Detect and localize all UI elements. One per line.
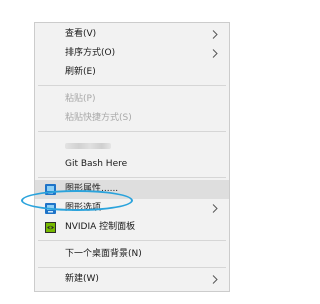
menu-separator — [38, 267, 226, 268]
menu-item-label: 图形属性...... — [65, 184, 119, 194]
menu-item-nvidia-control-panel[interactable]: NVIDIA 控制面板 — [35, 218, 229, 237]
menu-separator — [38, 131, 226, 132]
menu-item-label: 刷新(E) — [65, 67, 96, 77]
menu-separator — [38, 240, 226, 241]
menu-item-paste: 粘贴(P) — [35, 90, 229, 109]
chevron-right-icon — [212, 49, 218, 58]
menu-item-graphics-properties[interactable]: 图形属性...... — [35, 180, 229, 199]
menu-item-label: 查看(V) — [65, 29, 97, 39]
menu-item-next-desktop-background[interactable]: 下一个桌面背景(N) — [35, 245, 229, 264]
intel-graphics-icon — [45, 184, 56, 195]
menu-item-sort-by[interactable]: 排序方式(O) — [35, 44, 229, 63]
blurred-label — [65, 143, 111, 149]
menu-separator — [38, 85, 226, 86]
intel-graphics-icon — [45, 203, 56, 214]
menu-separator — [38, 177, 226, 178]
menu-item-paste-shortcut: 粘贴快捷方式(S) — [35, 109, 229, 128]
menu-item-git-bash-here[interactable]: Git Bash Here — [35, 155, 229, 174]
menu-item-label: 粘贴(P) — [65, 94, 96, 104]
menu-item-label: Git Bash Here — [65, 159, 128, 169]
menu-item-label: NVIDIA 控制面板 — [65, 222, 136, 232]
menu-item-graphics-options[interactable]: 图形选项 — [35, 199, 229, 218]
desktop-context-menu: 查看(V) 排序方式(O) 刷新(E) 粘贴(P) 粘贴快捷方式(S) Git … — [34, 22, 230, 292]
menu-item-view[interactable]: 查看(V) — [35, 25, 229, 44]
menu-item-obscured[interactable] — [35, 136, 229, 155]
nvidia-icon — [45, 222, 56, 233]
menu-item-label: 下一个桌面背景(N) — [65, 249, 142, 259]
menu-item-label: 新建(W) — [65, 274, 99, 284]
menu-item-label: 粘贴快捷方式(S) — [65, 113, 132, 123]
menu-item-new[interactable]: 新建(W) — [35, 270, 229, 289]
menu-item-label: 排序方式(O) — [65, 48, 116, 58]
chevron-right-icon — [212, 204, 218, 213]
chevron-right-icon — [212, 275, 218, 284]
menu-item-refresh[interactable]: 刷新(E) — [35, 63, 229, 82]
chevron-right-icon — [212, 30, 218, 39]
menu-item-label: 图形选项 — [65, 203, 102, 213]
